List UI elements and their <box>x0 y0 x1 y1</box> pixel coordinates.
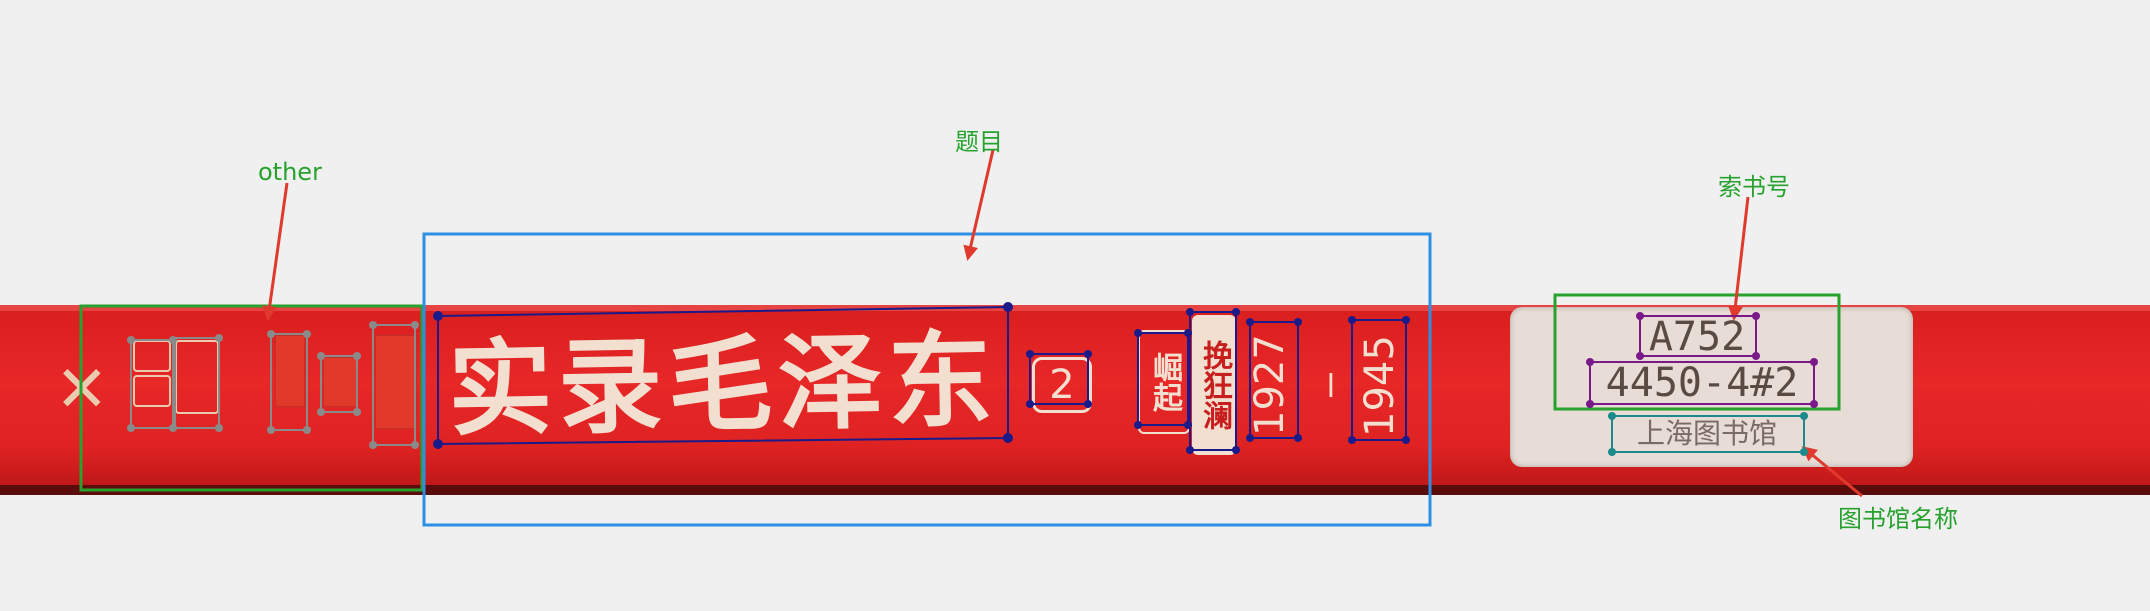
subtitle-turn-box <box>1189 311 1237 451</box>
subtitle-rise-box <box>1137 332 1189 426</box>
call-number-line1-box <box>1639 315 1757 357</box>
other-arrow <box>262 182 289 321</box>
call-number-arrow <box>1727 196 1750 321</box>
other-mark-points <box>127 321 419 449</box>
library-name-arrow <box>1801 446 1863 498</box>
title-region-box <box>422 232 1432 527</box>
volume-box <box>1029 353 1089 405</box>
label-library-name: 图书馆名称 <box>1838 505 1958 533</box>
call-number-region-box <box>1553 293 1841 411</box>
year-start-box <box>1249 321 1299 439</box>
library-name-points <box>1608 412 1808 456</box>
label-title: 题目 <box>955 128 1003 156</box>
call-number-line2-box <box>1589 361 1815 405</box>
call-number-points <box>1586 312 1818 408</box>
other-region-box <box>79 304 424 492</box>
title-polygon <box>437 305 1009 446</box>
annotation-overlay <box>79 149 1863 527</box>
label-call-number: 索书号 <box>1718 173 1790 201</box>
library-name-box <box>1611 415 1805 453</box>
title-polygon-points <box>433 302 1013 449</box>
title-arrow <box>963 149 995 261</box>
label-other: other <box>258 158 322 186</box>
year-end-box <box>1351 319 1407 441</box>
